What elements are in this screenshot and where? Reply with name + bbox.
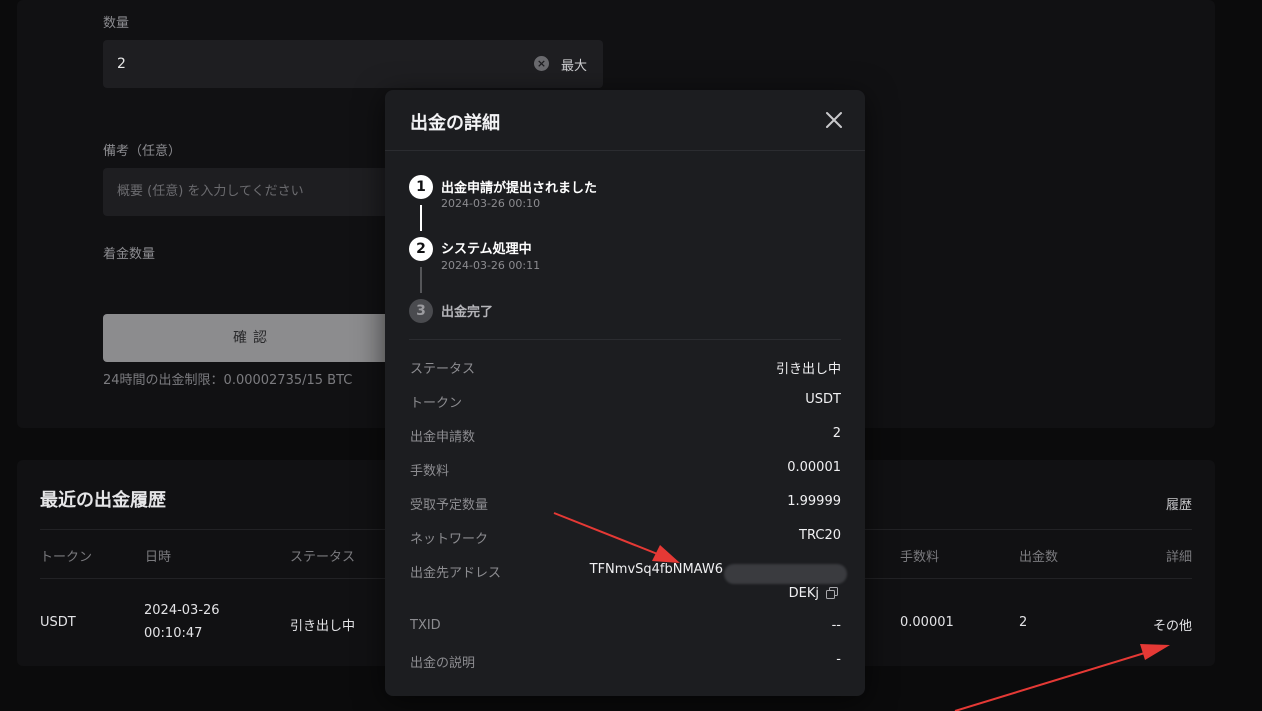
row-date: 2024-03-26 — [144, 603, 220, 618]
row-fee: 0.00001 — [900, 615, 954, 630]
address-value-end: DEKj — [788, 586, 819, 601]
step-2-time: 2024-03-26 00:11 — [441, 259, 541, 272]
qty-value: 2 — [117, 56, 126, 72]
th-status: ステータス — [290, 550, 356, 565]
row-amount: 2 — [1019, 615, 1028, 630]
copy-icon[interactable] — [826, 587, 838, 599]
token-value: USDT — [805, 392, 841, 407]
step-2-circle: 2 — [409, 237, 433, 261]
step-1-time: 2024-03-26 00:10 — [441, 197, 541, 210]
fee-label: 手数料 — [410, 464, 450, 479]
th-datetime: 日時 — [145, 550, 172, 565]
row-token: USDT — [40, 615, 76, 630]
step-3-title: 出金完了 — [441, 305, 494, 320]
row-status: 引き出し中 — [290, 619, 356, 634]
qty-label: 数量 — [103, 16, 130, 31]
th-details: 詳細 — [1165, 550, 1192, 565]
withdraw-page: 数量 2 × 最大 備考（任意） 概要 (任意) を入力してください 着金数量 … — [0, 0, 1262, 711]
fee-value: 0.00001 — [787, 460, 841, 475]
status-label: ステータス — [410, 362, 476, 377]
memo-value: - — [836, 652, 841, 667]
close-icon[interactable] — [822, 108, 846, 132]
memo-label: 備考（任意） — [103, 144, 182, 159]
step-1-title: 出金申請が提出されました — [441, 181, 598, 196]
status-value: 引き出し中 — [775, 362, 841, 377]
step-1-circle: 1 — [409, 175, 433, 199]
address-redacted — [724, 564, 847, 584]
receive-label: 受取予定数量 — [410, 498, 489, 513]
txid-label: TXID — [410, 618, 441, 633]
amount-label: 出金申請数 — [410, 430, 476, 445]
step-2-title: システム処理中 — [441, 242, 532, 257]
limit-text: 24時間の出金制限：0.00002735/15 BTC — [103, 373, 353, 388]
step-connector — [420, 205, 422, 231]
txid-value: -- — [831, 618, 841, 633]
clear-icon[interactable]: × — [534, 56, 549, 71]
modal-title: 出金の詳細 — [410, 113, 500, 134]
address-label: 出金先アドレス — [410, 566, 502, 581]
row-time: 00:10:47 — [144, 626, 203, 641]
history-title: 最近の出金履歴 — [40, 490, 166, 511]
amount-value: 2 — [832, 426, 841, 441]
step-connector — [420, 267, 422, 293]
step-3-circle: 3 — [409, 299, 433, 323]
network-label: ネットワーク — [410, 532, 489, 547]
confirm-button[interactable]: 確認 — [103, 314, 403, 362]
address-value-start: TFNmvSq4fbNMAW6 — [589, 562, 723, 577]
max-button[interactable]: 最大 — [561, 55, 587, 74]
receive-value: 1.99999 — [787, 494, 841, 509]
th-fee: 手数料 — [900, 550, 940, 565]
network-value: TRC20 — [799, 528, 841, 543]
history-link[interactable]: 履歴 — [1166, 494, 1192, 513]
receive-label: 着金数量 — [103, 247, 156, 262]
qty-input[interactable]: 2 × 最大 — [103, 40, 603, 88]
row-details-link[interactable]: その他 — [1153, 615, 1192, 634]
modal-divider — [409, 339, 841, 340]
th-amount: 出金数 — [1019, 550, 1059, 565]
memo-label: 出金の説明 — [410, 656, 476, 671]
memo-input[interactable]: 概要 (任意) を入力してください — [103, 168, 403, 216]
modal-divider — [385, 150, 865, 151]
withdraw-detail-modal: 出金の詳細 1 出金申請が提出されました 2024-03-26 00:10 2 … — [385, 90, 865, 696]
th-token: トークン — [40, 550, 93, 565]
token-label: トークン — [410, 396, 463, 411]
